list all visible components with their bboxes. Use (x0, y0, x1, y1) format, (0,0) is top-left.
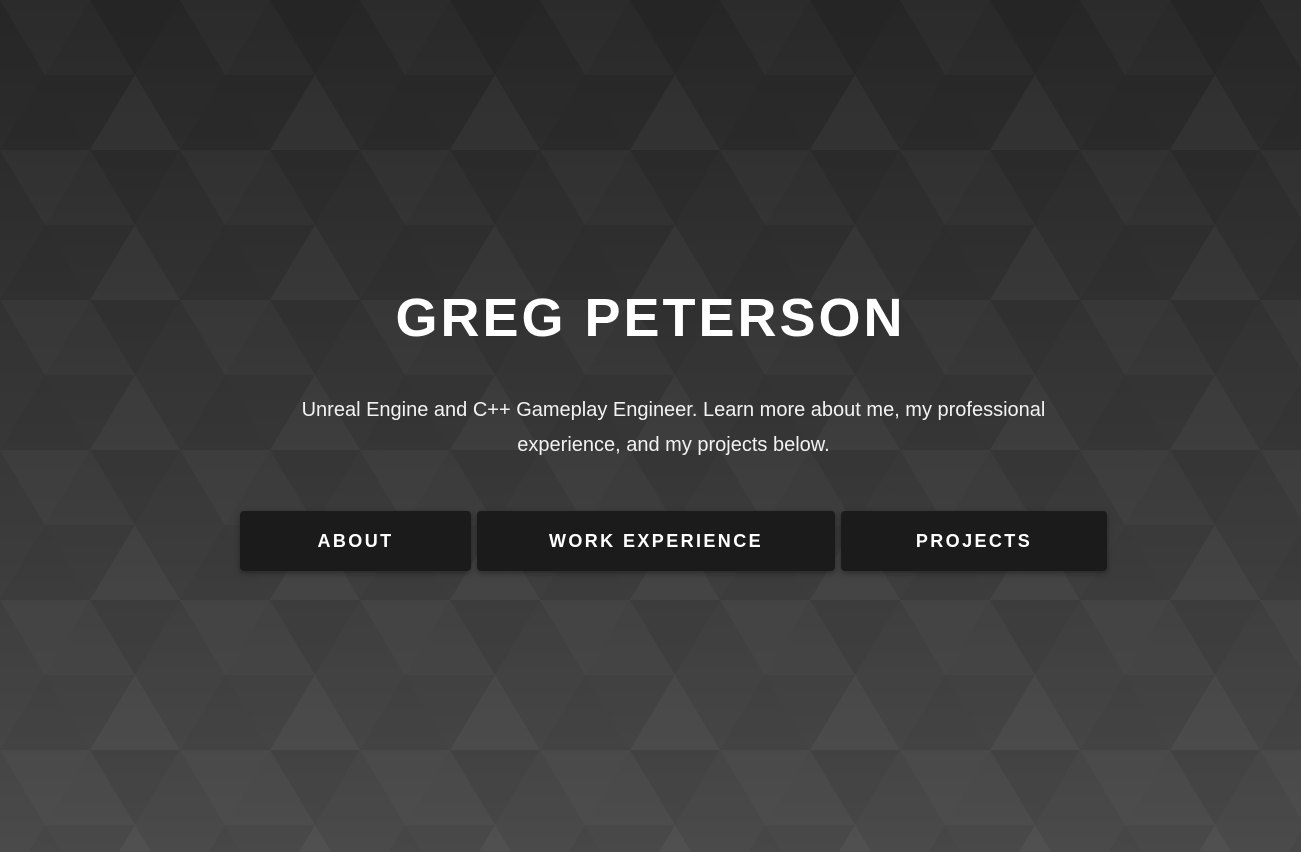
hero-section: GREG PETERSON Unreal Engine and C++ Game… (0, 0, 1301, 852)
about-button[interactable]: ABOUT (240, 511, 471, 571)
projects-button-label: PROJECTS (915, 530, 1033, 551)
page-title: GREG PETERSON (395, 288, 906, 348)
hero-subtitle: Unreal Engine and C++ Gameplay Engineer.… (301, 399, 1046, 456)
work-experience-button[interactable]: WORK EXPERIENCE (477, 511, 835, 571)
about-button-label: ABOUT (317, 530, 394, 551)
work-experience-button-label: WORK EXPERIENCE (548, 530, 764, 551)
projects-button[interactable]: PROJECTS (841, 511, 1107, 571)
